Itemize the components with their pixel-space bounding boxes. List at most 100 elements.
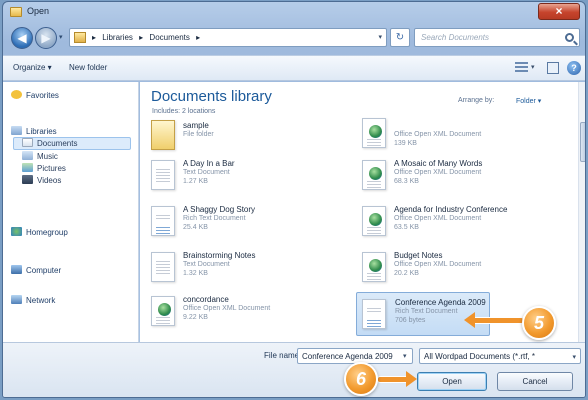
computer-icon: [11, 265, 22, 274]
text-lines-icon: [367, 181, 381, 189]
sidebar-item-label: Pictures: [37, 164, 66, 173]
breadcrumb-documents[interactable]: Documents: [149, 33, 189, 42]
file-name-dropdown[interactable]: ▾: [403, 352, 407, 360]
sidebar-item-label: Favorites: [26, 91, 59, 100]
file-size: 63.5 KB: [394, 224, 419, 231]
homegroup-icon: [11, 227, 22, 236]
file-item[interactable]: sample File folder: [149, 118, 339, 152]
text-lines-icon: [367, 273, 381, 281]
file-size: 1.27 KB: [183, 178, 208, 185]
dialog-icon: [10, 7, 22, 17]
file-name: A Shaggy Dog Story: [183, 205, 256, 214]
forward-button[interactable]: ▶: [35, 27, 57, 49]
view-dropdown[interactable]: ▾: [531, 63, 535, 71]
file-type: Rich Text Document: [183, 215, 246, 222]
recent-pages-dropdown[interactable]: ▾: [59, 33, 63, 41]
documents-icon: [22, 138, 33, 147]
folder-icon: [74, 32, 86, 43]
file-item[interactable]: Office Open XML Document 139 KB: [360, 118, 550, 152]
text-lines-icon: [156, 261, 170, 275]
file-name: Budget Notes: [394, 251, 443, 260]
sidebar-item-label: Computer: [26, 266, 62, 275]
search-icon[interactable]: [565, 33, 574, 42]
step-6-arrow: [378, 371, 417, 387]
sidebar-item-homegroup[interactable]: Homegroup: [11, 227, 68, 237]
command-bar: Organize ▾ New folder ▾ ?: [3, 55, 585, 81]
file-name: A Day In a Bar: [183, 159, 235, 168]
text-lines-icon: [367, 227, 381, 235]
close-button[interactable]: ×: [538, 3, 580, 20]
scrollbar-thumb[interactable]: [580, 122, 585, 162]
text-lines-icon: [156, 169, 170, 183]
breadcrumb-separator[interactable]: ▸: [196, 33, 200, 42]
file-item[interactable]: Brainstorming Notes Text Document 1.32 K…: [149, 248, 339, 288]
organize-button[interactable]: Organize ▾: [13, 63, 52, 72]
file-item[interactable]: Budget Notes Office Open XML Document 20…: [360, 248, 550, 288]
breadcrumb-libraries[interactable]: Libraries: [102, 33, 133, 42]
file-name-input[interactable]: Conference Agenda 2009: [297, 348, 413, 364]
file-type: Text Document: [183, 261, 230, 268]
back-button[interactable]: ◀: [11, 27, 33, 49]
breadcrumb: ▸ Libraries ▸ Documents ▸: [92, 33, 204, 42]
file-item[interactable]: A Day In a Bar Text Document 1.27 KB: [149, 156, 339, 196]
file-item[interactable]: Agenda for Industry Conference Office Op…: [360, 202, 550, 242]
sidebar-item-network[interactable]: Network: [11, 295, 55, 305]
file-item[interactable]: concordance Office Open XML Document 9.2…: [149, 292, 339, 332]
sidebar-item-label: Documents: [37, 139, 78, 148]
breadcrumb-separator[interactable]: ▸: [139, 33, 143, 42]
search-input[interactable]: Search Documents: [414, 28, 580, 47]
file-item[interactable]: A Mosaic of Many Words Office Open XML D…: [360, 156, 550, 196]
title-bar[interactable]: Open ×: [3, 2, 585, 22]
star-icon: [11, 90, 22, 99]
globe-icon: [369, 259, 382, 272]
sidebar-item-favorites[interactable]: Favorites: [11, 90, 59, 100]
open-button[interactable]: Open: [417, 372, 487, 391]
text-lines-icon: [156, 215, 170, 221]
text-lines-icon: [367, 139, 381, 147]
address-dropdown[interactable]: ▾: [378, 33, 382, 41]
step-5-callout: 5: [522, 306, 556, 340]
help-icon[interactable]: ?: [567, 61, 581, 75]
change-view-icon[interactable]: [515, 62, 528, 74]
pictures-icon: [22, 163, 33, 172]
cancel-button[interactable]: Cancel: [497, 372, 573, 391]
file-type: Office Open XML Document: [394, 261, 482, 268]
file-list-pane: Documents library Includes: 2 locations …: [140, 82, 585, 342]
globe-icon: [369, 125, 382, 138]
library-locations[interactable]: Includes: 2 locations: [152, 108, 215, 115]
new-folder-button[interactable]: New folder: [69, 63, 107, 72]
step-5-arrow: [464, 312, 523, 328]
sidebar-item-label: Libraries: [26, 127, 57, 136]
sidebar-item-libraries[interactable]: Libraries: [11, 126, 57, 136]
file-name: Agenda for Industry Conference: [394, 205, 508, 214]
refresh-button[interactable]: ↻: [390, 28, 410, 47]
file-size: 68.3 KB: [394, 178, 419, 185]
rich-text-document-icon: [362, 299, 386, 329]
text-lines-icon: [367, 320, 381, 328]
chevron-down-icon[interactable]: ▾: [572, 353, 576, 361]
file-name: sample: [183, 121, 209, 130]
arrange-by-dropdown[interactable]: Folder ▾: [516, 97, 541, 105]
search-placeholder: Search Documents: [421, 33, 490, 42]
sidebar-item-documents[interactable]: Documents: [13, 137, 131, 150]
breadcrumb-separator[interactable]: ▸: [92, 33, 96, 42]
sidebar-item-computer[interactable]: Computer: [11, 265, 61, 275]
network-icon: [11, 295, 22, 304]
sidebar-item-pictures[interactable]: Pictures: [22, 163, 66, 173]
text-lines-icon: [156, 227, 170, 235]
file-size: 20.2 KB: [394, 270, 419, 277]
dialog-footer: File name: Conference Agenda 2009 ▾ All …: [3, 342, 585, 397]
file-name: Conference Agenda 2009: [395, 298, 486, 307]
xml-document-icon: [362, 160, 386, 190]
xml-document-icon: [362, 118, 386, 148]
vertical-scrollbar[interactable]: [578, 82, 585, 342]
file-name: concordance: [183, 295, 229, 304]
text-lines-icon: [156, 317, 170, 325]
sidebar-item-music[interactable]: Music: [22, 151, 58, 161]
address-bar[interactable]: ▸ Libraries ▸ Documents ▸ ▾: [69, 28, 387, 47]
sidebar-item-videos[interactable]: Videos: [22, 175, 61, 185]
file-type-filter[interactable]: All Wordpad Documents (*.rtf, * ▾: [419, 348, 581, 364]
file-type: Office Open XML Document: [394, 215, 482, 222]
preview-pane-icon[interactable]: [547, 62, 559, 74]
file-item[interactable]: A Shaggy Dog Story Rich Text Document 25…: [149, 202, 339, 242]
